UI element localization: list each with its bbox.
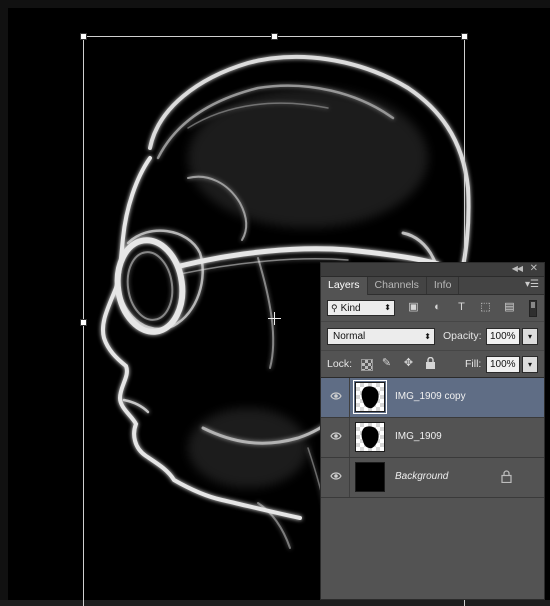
move-cursor-icon — [268, 312, 281, 325]
layer-row[interactable]: Background — [321, 458, 544, 498]
tab-channels[interactable]: Channels — [368, 277, 427, 294]
panel-title-bar[interactable]: ◀◀ ✕ — [321, 263, 544, 277]
lock-image-pixels-icon[interactable]: ✎ — [380, 357, 393, 370]
filter-kind-select[interactable]: ⚲ Kind ⬍ — [327, 300, 395, 316]
layers-panel: ◀◀ ✕ Layers Channels Info ▾☰ ⚲ Kind ⬍ ▣ ◐… — [320, 262, 545, 600]
opacity-dropdown-button[interactable]: ▾ — [522, 328, 538, 345]
blend-row: Normal ⬍ Opacity: 100% ▾ — [321, 322, 544, 351]
image-filter-icon[interactable]: ▣ — [407, 301, 420, 314]
layer-filter-row: ⚲ Kind ⬍ ▣ ◐ T ⬚ ▤ — [321, 295, 544, 322]
tab-info[interactable]: Info — [427, 277, 460, 294]
close-icon[interactable]: ✕ — [530, 263, 538, 274]
chevron-updown-icon: ⬍ — [424, 332, 431, 341]
eye-icon[interactable] — [330, 431, 342, 443]
blend-mode-value: Normal — [333, 331, 366, 342]
layer-name[interactable]: IMG_1909 — [395, 431, 442, 442]
tab-layers[interactable]: Layers — [321, 277, 368, 295]
filter-kind-label: Kind — [340, 303, 361, 314]
layer-name[interactable]: Background — [395, 471, 448, 482]
layer-row[interactable]: IMG_1909 copy — [321, 378, 544, 418]
lock-transparent-pixels-icon[interactable] — [361, 359, 373, 371]
transform-handle-top-right[interactable] — [461, 33, 468, 40]
eye-column-divider — [349, 458, 350, 497]
blend-mode-select[interactable]: Normal ⬍ — [327, 328, 435, 345]
lock-label: Lock: — [327, 358, 353, 370]
layer-row[interactable]: IMG_1909 — [321, 418, 544, 458]
fill-dropdown-button[interactable]: ▾ — [522, 356, 538, 373]
lock-row: Lock: ✎ ✥ Fill: 100% ▾ — [321, 351, 544, 378]
layer-thumbnail[interactable] — [353, 380, 387, 414]
lock-all-icon[interactable] — [424, 356, 437, 370]
smart-object-filter-icon[interactable]: ▤ — [503, 301, 516, 314]
panel-menu-icon[interactable]: ▾☰ — [525, 279, 539, 290]
layers-list: IMG_1909 copy IMG_1909 Background — [321, 378, 544, 498]
fill-label: Fill: — [465, 358, 482, 370]
opacity-label: Opacity: — [443, 330, 482, 342]
type-filter-icon[interactable]: T — [455, 301, 468, 314]
eye-column-divider — [349, 418, 350, 457]
lock-position-icon[interactable]: ✥ — [402, 357, 415, 370]
opacity-input[interactable]: 100% — [486, 328, 520, 345]
eye-column-divider — [349, 378, 350, 417]
layer-thumbnail[interactable] — [355, 462, 385, 492]
eye-icon[interactable] — [330, 471, 342, 483]
fill-input[interactable]: 100% — [486, 356, 520, 373]
transform-handle-top-left[interactable] — [80, 33, 87, 40]
search-icon: ⚲ — [331, 303, 338, 313]
shape-filter-icon[interactable]: ⬚ — [479, 301, 492, 314]
layer-name[interactable]: IMG_1909 copy — [395, 391, 466, 402]
eye-icon[interactable] — [330, 391, 342, 403]
filter-toggle-switch[interactable] — [529, 300, 537, 317]
chevron-updown-icon: ⬍ — [384, 303, 391, 312]
double-chevron-icon[interactable]: ◀◀ — [512, 264, 523, 273]
adjustment-filter-icon[interactable]: ◐ — [431, 301, 444, 314]
layer-thumbnail[interactable] — [355, 422, 385, 452]
lock-icon — [501, 470, 513, 484]
transform-handle-middle-left[interactable] — [80, 319, 87, 326]
panel-tabs: Layers Channels Info ▾☰ — [321, 277, 544, 295]
transform-handle-top-center[interactable] — [271, 33, 278, 40]
